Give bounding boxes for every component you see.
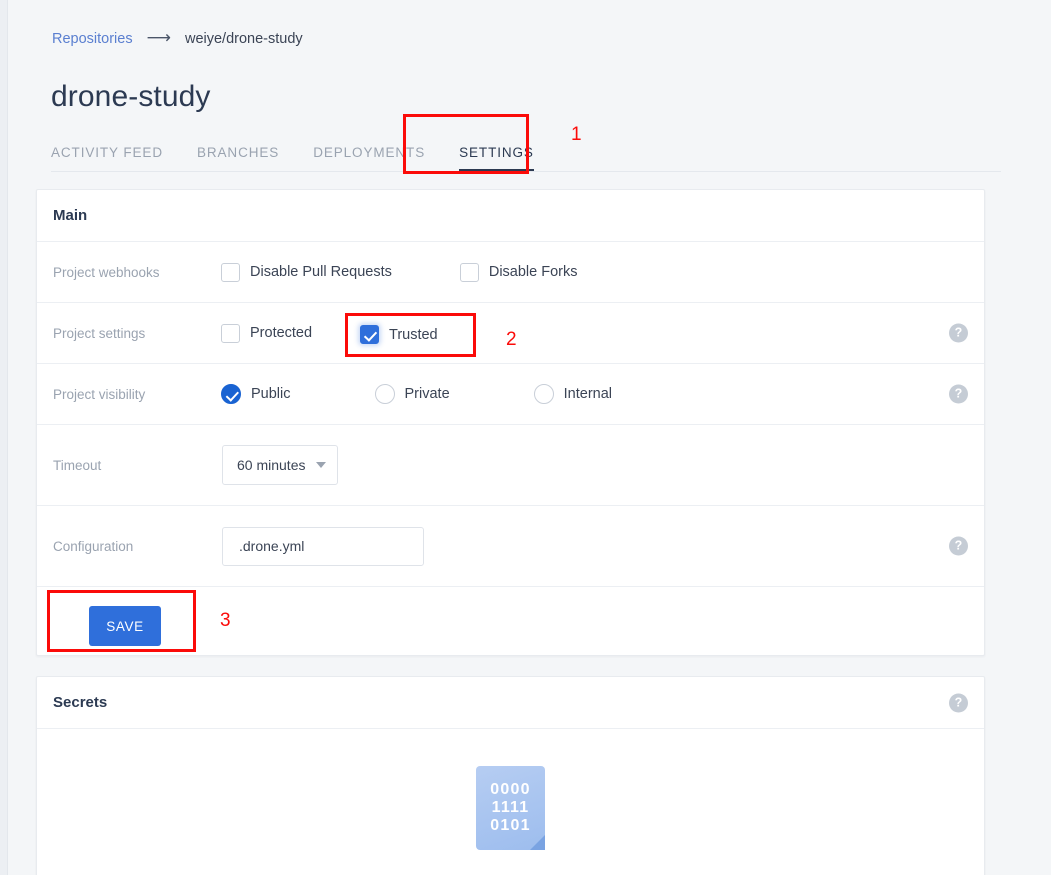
- page-content: Repositories ⟶ weiye/drone-study drone-s…: [36, 0, 1051, 875]
- binary-line: 0000: [490, 781, 531, 798]
- checkbox-disable-pull-requests[interactable]: Disable Pull Requests: [221, 262, 392, 282]
- timeout-select-value: 60 minutes: [237, 457, 306, 473]
- app-page: Repositories ⟶ weiye/drone-study drone-s…: [0, 0, 1051, 875]
- tab-activity-feed[interactable]: ACTIVITY FEED: [51, 145, 163, 171]
- secrets-empty-state: 0000 1111 0101 Secrets list is empty.: [37, 729, 984, 875]
- secrets-card-header: Secrets ?: [37, 677, 984, 729]
- tab-settings[interactable]: SETTINGS: [459, 145, 534, 171]
- help-icon[interactable]: ?: [949, 693, 968, 712]
- checkbox-protected[interactable]: Protected: [221, 323, 313, 343]
- radio-label: Public: [251, 386, 291, 402]
- radio-selected-icon[interactable]: [221, 384, 241, 404]
- label-project-settings: Project settings: [53, 325, 146, 341]
- label-project-webhooks: Project webhooks: [53, 264, 160, 280]
- help-icon[interactable]: ?: [949, 323, 968, 343]
- controls-configuration: [221, 526, 984, 566]
- annotation-box-2: Trusted: [345, 313, 476, 357]
- annotation-number-1: 1: [571, 124, 582, 145]
- annotation-number-3: 3: [220, 610, 231, 631]
- tab-bar-divider: [51, 171, 1001, 172]
- label-timeout: Timeout: [53, 457, 102, 473]
- main-card-title: Main: [53, 207, 88, 224]
- radio-circle-icon[interactable]: [374, 384, 395, 404]
- radio-label: Internal: [563, 386, 613, 402]
- checkbox-label: Disable Pull Requests: [250, 264, 392, 280]
- help-icon[interactable]: ?: [949, 536, 968, 556]
- row-configuration: Configuration ?: [37, 506, 984, 587]
- checkbox-box-icon[interactable]: [459, 262, 479, 282]
- timeout-select[interactable]: 60 minutes: [222, 445, 338, 485]
- checkbox-trusted-overlay[interactable]: Trusted: [360, 325, 438, 344]
- checkbox-checked-icon[interactable]: [360, 325, 379, 344]
- help-icon[interactable]: ?: [949, 384, 968, 404]
- secrets-card: Secrets ? 0000 1111 0101 Secrets list is…: [36, 676, 985, 875]
- breadcrumb-repositories-link[interactable]: Repositories: [52, 31, 133, 47]
- binary-line: 1111: [491, 799, 530, 816]
- radio-label: Private: [404, 386, 450, 402]
- radio-private[interactable]: Private: [374, 384, 450, 404]
- tab-deployments[interactable]: DEPLOYMENTS: [313, 145, 425, 171]
- binary-line: 0101: [490, 817, 531, 834]
- checkbox-box-icon[interactable]: [221, 323, 240, 343]
- chevron-down-icon: [316, 462, 326, 468]
- page-fold-icon: [530, 835, 545, 850]
- tab-bar: ACTIVITY FEED BRANCHES DEPLOYMENTS SETTI…: [51, 135, 568, 171]
- row-project-webhooks: Project webhooks Disable Pull Requests D…: [37, 242, 984, 303]
- main-card-header: Main: [37, 190, 984, 242]
- checkbox-box-icon[interactable]: [221, 262, 240, 282]
- configuration-input[interactable]: [222, 526, 424, 566]
- page-title: drone-study: [51, 80, 211, 113]
- row-timeout: Timeout 60 minutes: [37, 425, 984, 506]
- save-button[interactable]: SAVE: [89, 606, 161, 646]
- label-project-visibility: Project visibility: [53, 386, 146, 402]
- annotation-number-2: 2: [506, 329, 517, 350]
- controls-project-settings: Protected Trusted: [221, 323, 984, 343]
- row-save: SAVE: [37, 587, 984, 665]
- label-configuration: Configuration: [53, 538, 134, 554]
- breadcrumb: Repositories ⟶ weiye/drone-study: [52, 28, 303, 47]
- secrets-card-title: Secrets: [53, 694, 108, 711]
- checkbox-label: Trusted: [389, 326, 438, 343]
- radio-public[interactable]: Public: [221, 384, 291, 404]
- breadcrumb-current: weiye/drone-study: [184, 30, 303, 47]
- checkbox-label: Protected: [250, 325, 313, 341]
- tab-branches[interactable]: BRANCHES: [197, 145, 279, 171]
- main-settings-card: Main Project webhooks Disable Pull Reque…: [36, 189, 985, 656]
- controls-project-visibility: Public Private Internal: [221, 384, 984, 404]
- binary-document-icon: 0000 1111 0101: [476, 766, 545, 850]
- checkbox-disable-forks[interactable]: Disable Forks: [459, 262, 578, 282]
- breadcrumb-arrow-icon: ⟶: [146, 28, 171, 47]
- radio-internal[interactable]: Internal: [533, 384, 613, 404]
- radio-circle-icon[interactable]: [533, 384, 554, 404]
- controls-project-webhooks: Disable Pull Requests Disable Forks: [221, 262, 984, 282]
- controls-timeout: 60 minutes: [221, 445, 984, 485]
- left-rail: [0, 0, 8, 875]
- row-project-visibility: Project visibility Public Private Intern…: [37, 364, 984, 425]
- checkbox-label: Disable Forks: [488, 264, 578, 280]
